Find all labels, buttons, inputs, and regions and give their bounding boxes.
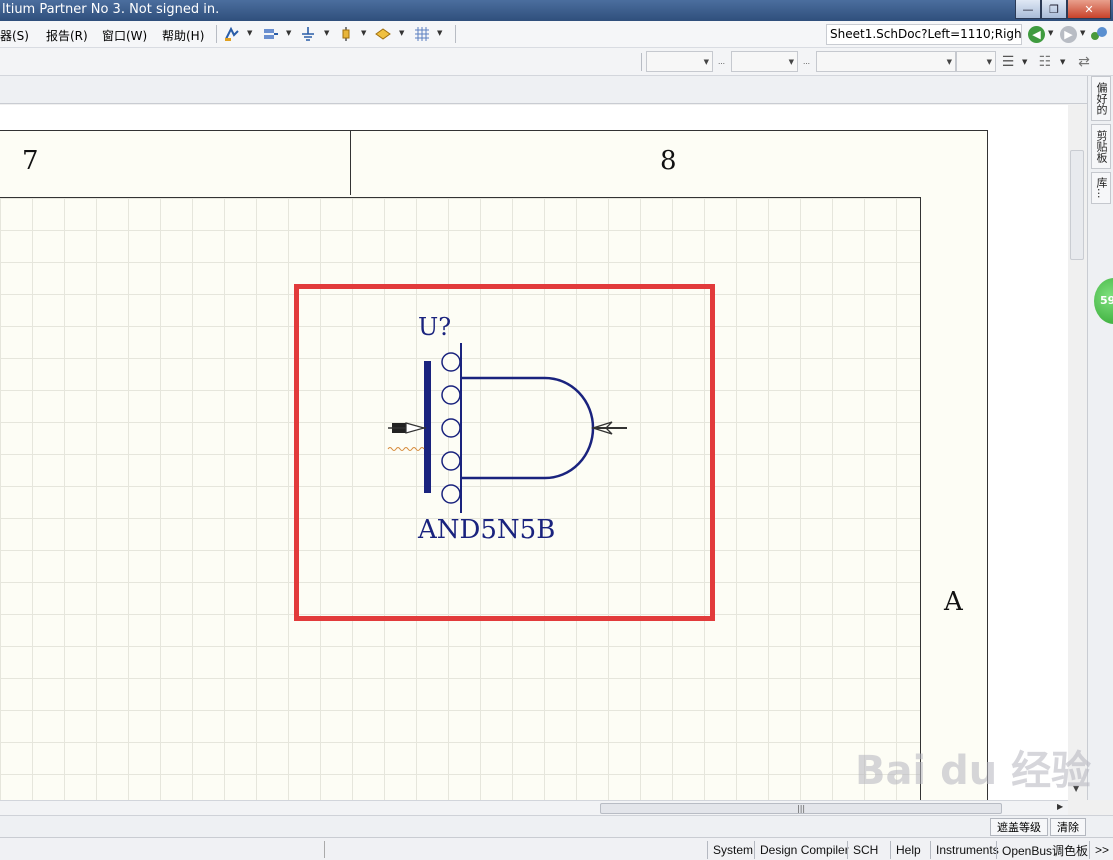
back-icon[interactable]: ◀	[1028, 26, 1045, 43]
width-combo[interactable]: ▼	[956, 51, 996, 72]
menu-tools[interactable]: 器(S)	[0, 27, 29, 44]
minimize-button[interactable]: —	[1015, 0, 1041, 19]
schematic-canvas[interactable]: 7 8 A U? AND5N5B	[0, 105, 1068, 800]
chevron-down-icon: ▼	[946, 58, 952, 66]
component-comment[interactable]: AND5N5B	[418, 515, 555, 545]
grip-icon: |||	[797, 804, 806, 813]
status-separator	[324, 841, 325, 858]
chevron-down-icon[interactable]: ▼	[1048, 29, 1053, 37]
chevron-down-icon[interactable]: ▼	[1022, 58, 1027, 66]
window-controls: — ❐ ✕	[1015, 0, 1111, 19]
mask-level-button[interactable]: 遮盖等级	[990, 818, 1048, 836]
input-bus-bar	[424, 361, 431, 493]
mask-bar: 遮盖等级 清除	[0, 815, 1113, 837]
window-title: ltium Partner No 3. Not signed in.	[2, 2, 220, 17]
size-combo[interactable]: ▼	[731, 51, 798, 72]
network-icon[interactable]	[1090, 25, 1108, 43]
panel-button-instruments[interactable]: Instruments	[930, 841, 1004, 859]
input-pin-2	[441, 385, 461, 405]
chevron-down-icon: ▼	[703, 58, 709, 66]
style-combo[interactable]: ▼	[816, 51, 956, 72]
clear-button[interactable]: 清除	[1050, 818, 1086, 836]
chevron-down-icon: ▼	[788, 58, 794, 66]
horizontal-scrollbar-thumb[interactable]: |||	[600, 803, 1002, 814]
toolbar-separator	[216, 25, 217, 43]
menu-help[interactable]: 帮助(H)	[162, 27, 204, 44]
menu-reports[interactable]: 报告(R)	[46, 27, 88, 44]
close-button[interactable]: ✕	[1067, 0, 1111, 19]
vertical-scrollbar-thumb[interactable]	[1070, 150, 1084, 260]
align-icon[interactable]: ☰	[999, 53, 1017, 71]
chevron-down-icon[interactable]: ▼	[1080, 29, 1085, 37]
wiring-tools-icon[interactable]	[223, 25, 241, 43]
chevron-down-icon: ▼	[986, 58, 992, 66]
input-pin-5	[441, 484, 461, 504]
chevron-down-icon[interactable]: ▼	[361, 29, 366, 37]
grid-icon[interactable]	[413, 25, 431, 43]
side-tab-libraries[interactable]: 库...	[1091, 172, 1111, 204]
horizontal-scrollbar[interactable]: ||| ▶	[0, 800, 1068, 815]
power-port-icon[interactable]	[299, 25, 317, 43]
toolbar-dots-icon: …	[803, 58, 810, 66]
panel-button-sch[interactable]: SCH	[847, 841, 883, 859]
swap-icon[interactable]: ⇄	[1075, 53, 1093, 71]
chevron-down-icon[interactable]: ▼	[247, 29, 252, 37]
panel-button-design-compiler[interactable]: Design Compiler	[754, 841, 854, 859]
watermark-logo: Bai du 经验	[855, 748, 1092, 794]
more-panels-button[interactable]: >>	[1089, 841, 1113, 859]
chevron-down-icon[interactable]: ▼	[324, 29, 329, 37]
side-tab-favorites[interactable]: 偏好的	[1091, 76, 1111, 121]
zone-label-7: 7	[22, 146, 39, 176]
status-bar: System Design Compiler SCH Help Instrume…	[0, 837, 1113, 860]
input-pin-4	[441, 451, 461, 471]
input-pin-1	[441, 352, 461, 372]
font-combo[interactable]: ▼	[646, 51, 713, 72]
forward-icon[interactable]: ▶	[1060, 26, 1077, 43]
zone-divider	[350, 131, 351, 195]
zone-label-a: A	[944, 587, 963, 617]
maximize-button[interactable]: ❐	[1041, 0, 1067, 19]
chevron-down-icon[interactable]: ▼	[437, 29, 442, 37]
input-pin-3	[441, 418, 461, 438]
panel-button-help[interactable]: Help	[890, 841, 926, 859]
address-field[interactable]: Sheet1.SchDoc?Left=1110;Right	[826, 24, 1022, 45]
distribute-icon[interactable]: ☷	[1036, 53, 1054, 71]
component-designator[interactable]: U?	[418, 313, 451, 341]
formatting-toolbar: ▼ … ▼ … ▼ ▼ ☰ ▼ ☷ ▼ ⇄	[0, 48, 1113, 76]
zone-label-8: 8	[660, 146, 677, 176]
sheet-symbol-icon[interactable]	[374, 25, 392, 43]
right-side-panel: 偏好的 剪贴板 库...	[1087, 76, 1113, 800]
toolbar-dots-icon: …	[718, 58, 725, 66]
toolbar-separator	[641, 53, 642, 71]
document-tab-strip	[0, 76, 1087, 104]
chevron-down-icon[interactable]: ▼	[1060, 58, 1065, 66]
menu-window[interactable]: 窗口(W)	[102, 27, 147, 44]
panel-button-openbus[interactable]: OpenBus调色板	[996, 841, 1093, 859]
menu-bar: 器(S) 报告(R) 窗口(W) 帮助(H) ▼ ▼ ▼ ▼ ▼ ▼ Sheet…	[0, 21, 1113, 48]
scroll-right-icon[interactable]: ▶	[1057, 802, 1063, 811]
title-bar: ltium Partner No 3. Not signed in. — ❐ ✕	[0, 0, 1113, 21]
and-gate-symbol[interactable]	[380, 343, 640, 518]
toolbar-separator	[455, 25, 456, 43]
port-tools-icon[interactable]	[262, 25, 280, 43]
panel-button-system[interactable]: System	[707, 841, 758, 859]
chevron-down-icon[interactable]: ▼	[286, 29, 291, 37]
chevron-down-icon[interactable]: ▼	[399, 29, 404, 37]
component-icon[interactable]	[337, 25, 355, 43]
side-tab-clipboard[interactable]: 剪贴板	[1091, 124, 1111, 169]
